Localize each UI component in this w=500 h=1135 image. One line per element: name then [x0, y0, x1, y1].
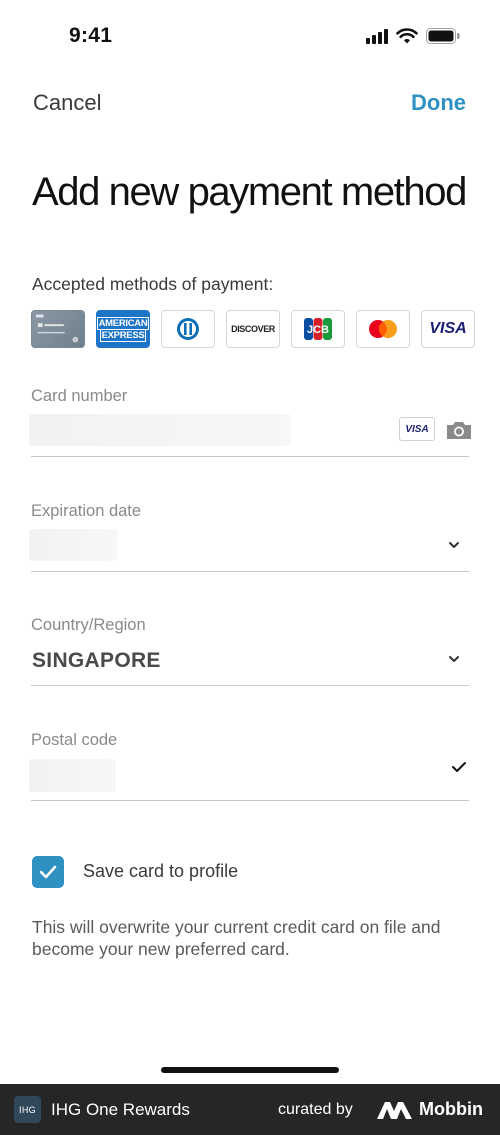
cellular-signal-icon — [366, 28, 388, 44]
save-card-label[interactable]: Save card to profile — [83, 861, 238, 882]
status-bar: 9:41 — [0, 0, 500, 72]
wifi-icon — [396, 28, 418, 44]
accepted-cards-row: AMERICAN EXPRESS DISCOVER JCB VISA — [31, 310, 475, 348]
save-card-checkbox[interactable] — [32, 856, 64, 888]
expiration-date-input[interactable] — [29, 529, 117, 561]
ihg-card-logo — [31, 310, 85, 348]
amex-logo-line1: AMERICAN — [97, 316, 149, 330]
amex-logo: AMERICAN EXPRESS — [96, 310, 150, 348]
country-region-field[interactable]: Country/Region SINGAPORE — [31, 616, 469, 686]
country-region-label: Country/Region — [31, 616, 146, 634]
jcb-logo: JCB — [291, 310, 345, 348]
card-number-field[interactable]: Card number VISA — [29, 387, 471, 457]
postal-code-field[interactable]: Postal code — [29, 731, 469, 801]
expiration-date-field[interactable]: Expiration date — [29, 502, 469, 572]
navigation-bar: Cancel Done — [0, 86, 500, 122]
footer-brand-name: Mobbin — [419, 1099, 483, 1119]
diners-club-logo — [161, 310, 215, 348]
card-number-label: Card number — [31, 387, 128, 405]
discover-logo-text: DISCOVER — [231, 324, 275, 334]
done-button[interactable]: Done — [411, 90, 466, 116]
discover-logo: DISCOVER — [226, 310, 280, 348]
detected-card-brand-text: VISA — [405, 423, 429, 435]
accepted-methods-label: Accepted methods of payment: — [32, 274, 274, 294]
expiration-date-label: Expiration date — [31, 502, 142, 520]
overwrite-note: This will overwrite your current credit … — [32, 917, 441, 959]
detected-card-brand: VISA — [399, 417, 435, 441]
camera-icon[interactable] — [445, 419, 473, 441]
country-region-value[interactable]: SINGAPORE — [32, 649, 161, 673]
home-indicator — [161, 1067, 339, 1073]
card-number-input[interactable] — [29, 414, 291, 446]
status-icons — [366, 28, 460, 44]
page-title: Add new payment method — [32, 170, 467, 214]
chevron-down-icon[interactable] — [447, 654, 461, 664]
footer-app-name: IHG One Rewards — [51, 1100, 190, 1119]
mastercard-logo — [356, 310, 410, 348]
svg-text:JCB: JCB — [307, 324, 329, 336]
postal-code-label: Postal code — [31, 731, 118, 749]
cancel-button[interactable]: Cancel — [33, 90, 101, 116]
mobbin-logo-icon — [377, 1102, 412, 1119]
footer-bar: IHG IHG One Rewards curated by Mobbin — [0, 1084, 500, 1135]
status-time: 9:41 — [69, 24, 113, 47]
footer-curated-by: curated by — [278, 1101, 353, 1118]
ihg-app-logo: IHG — [14, 1096, 41, 1123]
postal-code-input[interactable] — [29, 759, 116, 792]
visa-logo-text: VISA — [429, 320, 467, 337]
chevron-down-icon[interactable] — [447, 540, 461, 550]
amex-logo-line2: EXPRESS — [99, 329, 147, 342]
battery-icon — [426, 28, 460, 44]
checkmark-icon — [39, 865, 57, 879]
checkmark-icon — [452, 762, 466, 772]
visa-logo: VISA — [421, 310, 475, 348]
